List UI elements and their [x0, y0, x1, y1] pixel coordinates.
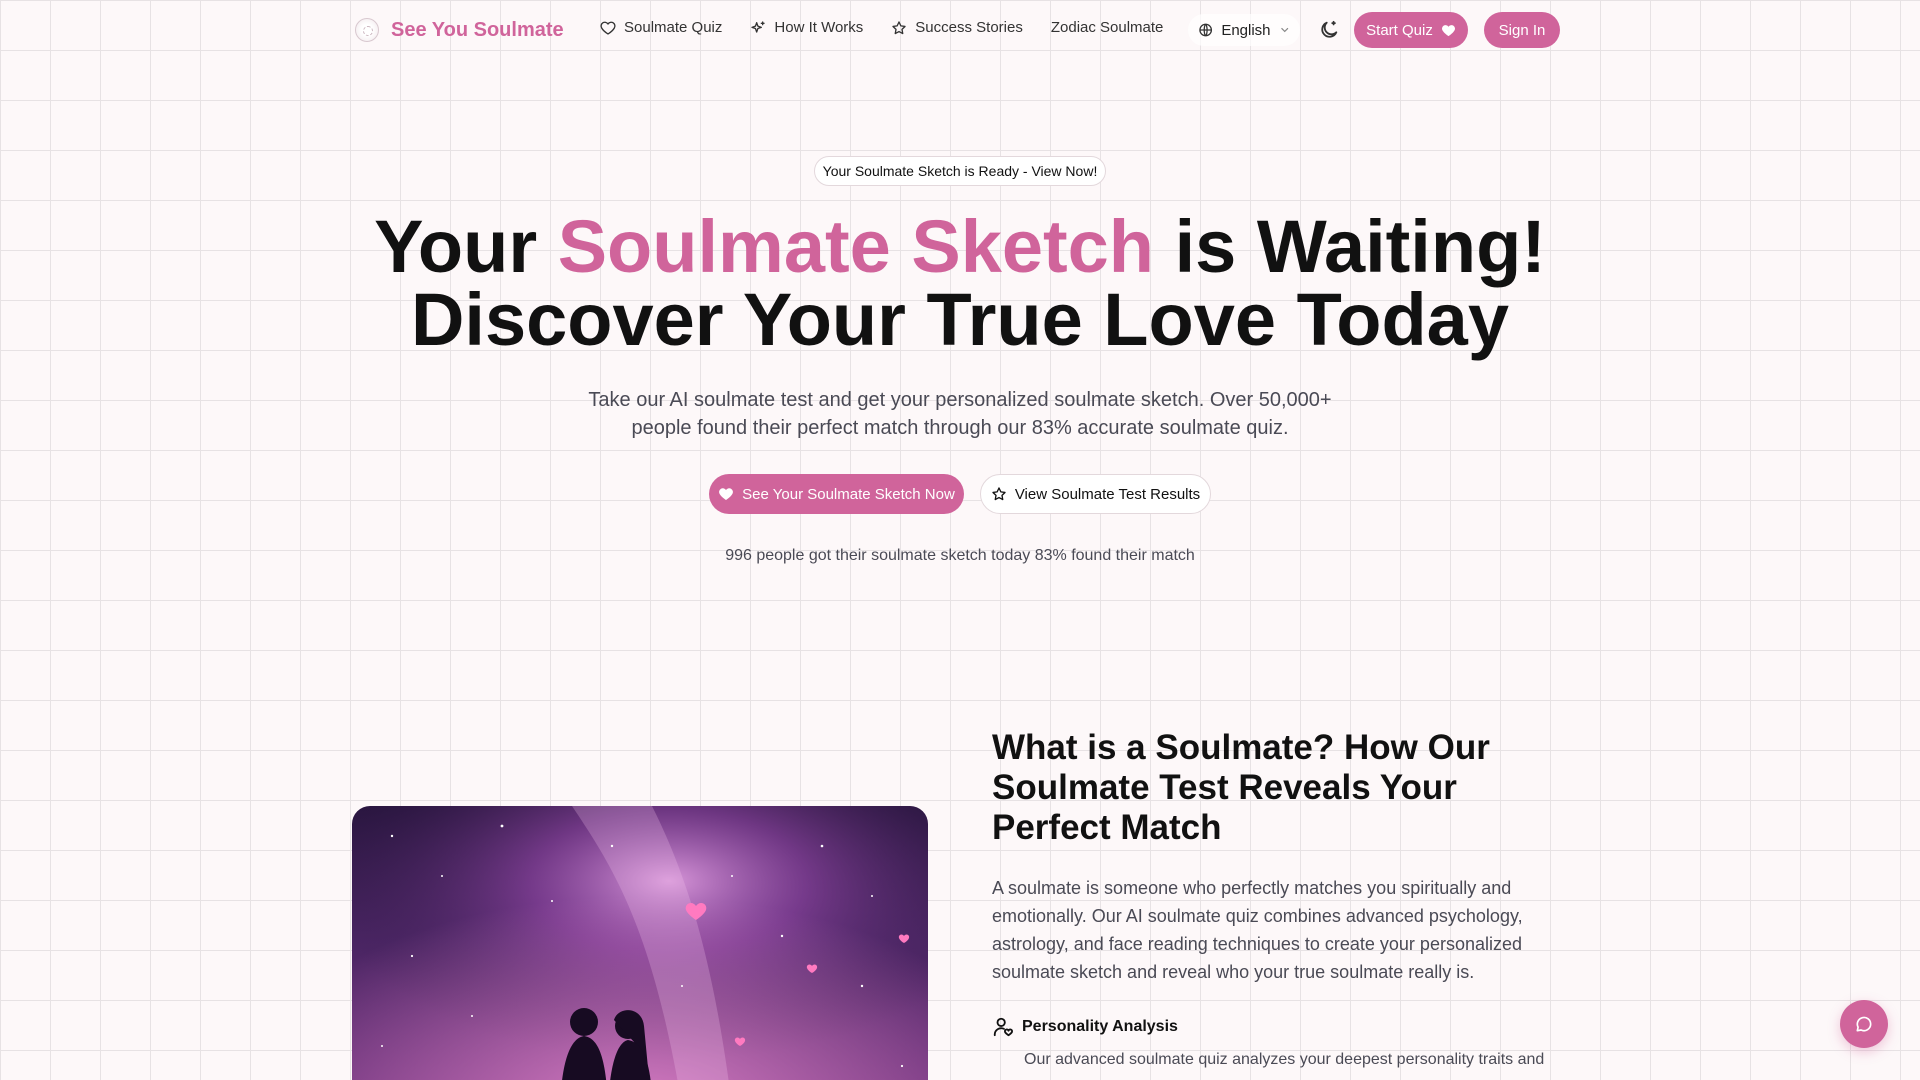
hero-title-line2: Discover Your True Love Today: [410, 278, 1509, 361]
section-body: A soulmate is someone who perfectly matc…: [992, 878, 1523, 982]
nav-link-label: Soulmate Quiz: [624, 19, 723, 36]
chevron-down-icon: [1280, 27, 1288, 33]
hero-title: Your Soulmate Sketch is Waiting! Discove…: [300, 210, 1620, 357]
start-quiz-label: Start Quiz: [1366, 21, 1433, 39]
hero-subtitle: Take our AI soulmate test and get your p…: [588, 389, 1332, 439]
logo-text: See You Soulmate: [391, 18, 564, 41]
language-label: English: [1221, 21, 1271, 39]
hero-title-start: Your: [374, 205, 558, 288]
nav-link-zodiac-soulmate[interactable]: Zodiac Soulmate: [1051, 19, 1164, 36]
hero-title-end: is Waiting!: [1154, 205, 1546, 288]
chat-bubble-icon: [1856, 1016, 1872, 1032]
see-sketch-label: See Your Soulmate Sketch Now: [742, 485, 955, 503]
section-title: What is a Soulmate? How Our Soulmate Tes…: [992, 728, 1490, 847]
user-heart-icon: [993, 1017, 1013, 1037]
feature-title: Personality Analysis: [1022, 1018, 1178, 1035]
nav-link-label: Success Stories: [915, 19, 1023, 36]
hero-title-accent: Soulmate Sketch: [557, 205, 1155, 288]
announcement-badge[interactable]: Your Soulmate Sketch is Ready - View Now…: [814, 156, 1106, 186]
sparkles-icon: [751, 20, 766, 33]
nav-link-success-stories[interactable]: Success Stories: [891, 19, 1023, 36]
nav-link-label: How It Works: [774, 19, 864, 36]
heart-icon: [600, 21, 616, 35]
feature-heading: Personality Analysis: [992, 1016, 1552, 1038]
language-selector[interactable]: English: [1188, 14, 1300, 46]
nav-link-how-it-works[interactable]: How It Works: [750, 19, 863, 36]
heart-filled-icon: [719, 488, 734, 500]
couple-galaxy-illustration: [352, 806, 928, 1080]
hero-stats: 996 people got their soulmate sketch tod…: [725, 547, 1195, 564]
top-navbar: See You Soulmate Soulmate Quiz How It Wo…: [0, 0, 1920, 60]
star-icon: [992, 487, 1006, 501]
couple-galaxy-image: [352, 806, 928, 1080]
chat-button[interactable]: [1840, 1000, 1888, 1048]
star-icon: [892, 20, 906, 34]
globe-icon: [1199, 23, 1213, 37]
nav-links: Soulmate Quiz How It Works Success Stori…: [600, 19, 1163, 36]
heart-filled-icon: [1441, 24, 1455, 36]
logo[interactable]: See You Soulmate: [355, 17, 564, 43]
start-quiz-button[interactable]: Start Quiz: [1354, 12, 1468, 48]
logo-icon: [355, 18, 379, 42]
nav-link-label: Zodiac Soulmate: [1050, 19, 1164, 36]
view-results-label: View Soulmate Test Results: [1014, 485, 1201, 503]
see-sketch-button[interactable]: See Your Soulmate Sketch Now: [709, 474, 964, 514]
sign-in-label: Sign In: [1498, 21, 1546, 39]
feature-body: Our advanced soulmate quiz analyzes your…: [1024, 1051, 1545, 1068]
sign-in-button[interactable]: Sign In: [1484, 12, 1560, 48]
feature-personality-analysis: Personality Analysis Our advanced soulma…: [992, 1016, 1552, 1072]
view-results-button[interactable]: View Soulmate Test Results: [980, 474, 1211, 514]
announcement-badge-text: Your Soulmate Sketch is Ready - View Now…: [822, 163, 1098, 179]
nav-link-soulmate-quiz[interactable]: Soulmate Quiz: [600, 19, 722, 36]
theme-toggle-moon-icon[interactable]: [1318, 19, 1340, 41]
